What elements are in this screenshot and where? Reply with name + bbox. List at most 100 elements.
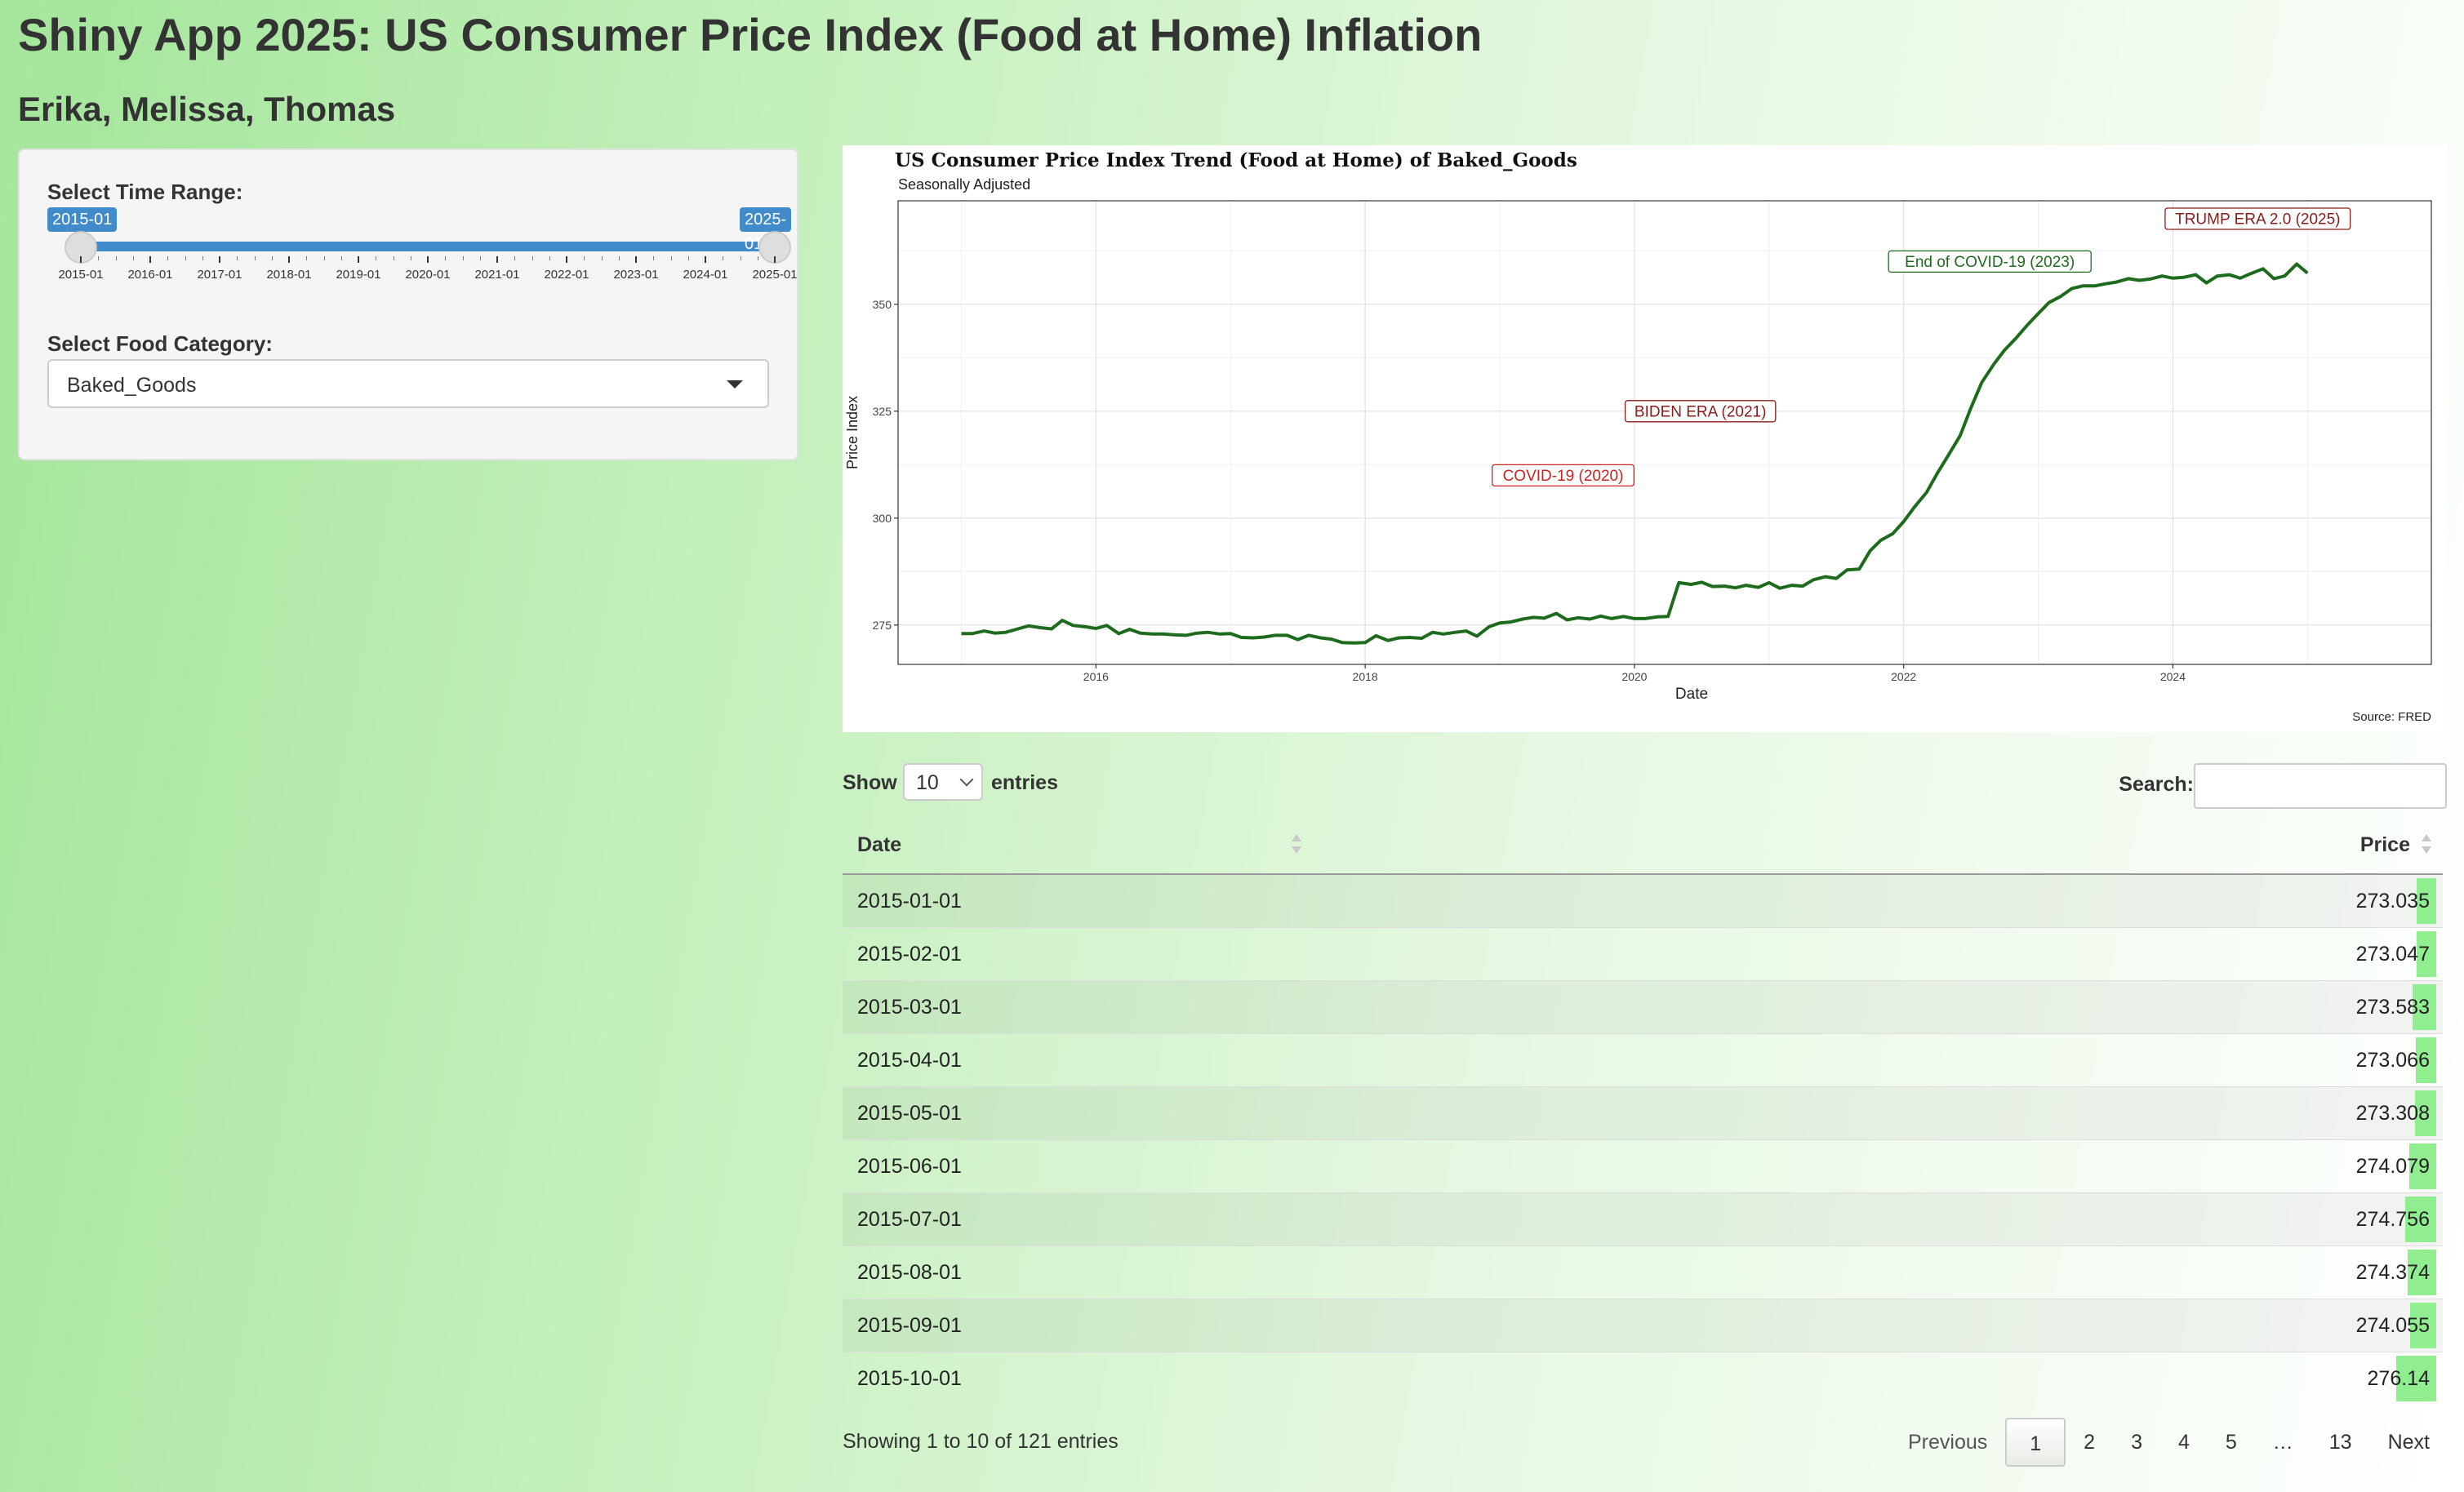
price-value: 273.308 — [2355, 1101, 2430, 1125]
cpi-chart-svg: US Consumer Price Index Trend (Food at H… — [844, 149, 2432, 724]
slider-major-tick — [219, 256, 220, 263]
slider-major-tick — [80, 256, 82, 263]
cell-date: 2015-07-01 — [843, 1192, 1661, 1246]
slider-minor-tick — [115, 256, 117, 260]
slider-major-tick — [427, 256, 429, 263]
cell-date: 2015-06-01 — [843, 1139, 1661, 1193]
time-range-label: Select Time Range: — [47, 180, 243, 204]
cell-date: 2015-01-01 — [843, 873, 1661, 928]
slider-tick-label: 2017-01 — [197, 268, 242, 282]
table-controls: Show 10 entries Search: — [843, 763, 2447, 812]
chart-annotation: TRUMP ERA 2.0 (2025) — [2164, 207, 2351, 230]
x-tick-label: 2024 — [2160, 670, 2186, 683]
chevron-down-icon — [727, 380, 743, 389]
price-value: 274.079 — [2355, 1154, 2430, 1178]
search-label: Search: — [2119, 773, 2194, 796]
price-value: 273.047 — [2355, 942, 2430, 966]
previous-page-button[interactable]: Previous — [1890, 1418, 2005, 1467]
table-row: 2015-01-01 273.035 — [843, 873, 2443, 928]
slider-minor-tick — [271, 256, 273, 260]
slider-minor-tick — [167, 256, 169, 260]
food-category-value: Baked_Goods — [67, 374, 197, 397]
slider-minor-tick — [340, 256, 342, 260]
price-value: 274.055 — [2355, 1313, 2430, 1337]
slider-minor-tick — [306, 256, 308, 260]
sort-icon[interactable] — [2422, 833, 2431, 857]
cell-price: 273.035 — [1661, 873, 2443, 928]
price-value: 273.066 — [2355, 1048, 2430, 1072]
food-category-select[interactable]: Baked_Goods — [47, 359, 769, 408]
slider-minor-tick — [618, 256, 620, 260]
chart-panel-border — [897, 200, 2432, 665]
table-row: 2015-03-01 273.583 — [843, 980, 2443, 1034]
search-input[interactable] — [2194, 763, 2447, 809]
slider-major-tick — [635, 256, 637, 263]
y-tick-label: 325 — [873, 405, 892, 418]
food-category-label: Select Food Category: — [47, 331, 273, 356]
page-button-2[interactable]: 2 — [2066, 1418, 2113, 1467]
page-button-5[interactable]: 5 — [2208, 1418, 2255, 1467]
time-range-slider[interactable]: 2015-01 2025-01 2015-01 2016-01 2017-01 201… — [36, 207, 798, 289]
slider-major-tick — [566, 256, 567, 263]
slider-major-tick — [288, 256, 290, 263]
chart-annotation: BIDEN ERA (2021) — [1624, 400, 1777, 423]
slider-minor-tick — [237, 256, 238, 260]
column-header-price[interactable]: Price — [1661, 816, 2443, 875]
slider-minor-tick — [670, 256, 672, 260]
next-page-button[interactable]: Next — [2370, 1418, 2448, 1467]
cpi-chart: US Consumer Price Index Trend (Food at H… — [843, 145, 2447, 732]
slider-minor-tick — [202, 256, 203, 260]
entries-length-select[interactable]: 10 — [903, 763, 983, 801]
cell-date: 2015-05-01 — [843, 1086, 1661, 1140]
page-button-1[interactable]: 1 — [2005, 1418, 2066, 1467]
table-row: 2015-10-01 276.14 — [843, 1352, 2443, 1405]
table-row: 2015-04-01 273.066 — [843, 1033, 2443, 1087]
annotation-label: TRUMP ERA 2.0 (2025) — [2175, 211, 2340, 229]
column-header-date[interactable]: Date — [843, 816, 1661, 875]
slider-major-tick — [358, 256, 359, 263]
cell-price: 273.066 — [1661, 1033, 2443, 1087]
chart-grid — [898, 201, 2431, 664]
column-label-date: Date — [857, 833, 902, 856]
slider-end-value: 2025-01 — [740, 207, 792, 253]
x-tick-label: 2022 — [1891, 670, 1916, 683]
slider-minor-tick — [549, 256, 550, 260]
y-axis-label: Price Index — [844, 396, 861, 469]
slider-tick-label: 2022-01 — [544, 268, 589, 282]
cell-date: 2015-08-01 — [843, 1246, 1661, 1299]
data-table: Date Price 2015-01-01 273.035 2015-02-01 27… — [843, 816, 2443, 1405]
show-label: Show — [843, 771, 897, 794]
annotation-label: BIDEN ERA (2021) — [1635, 403, 1767, 420]
price-value: 273.035 — [2355, 889, 2430, 913]
chart-annotation: COVID-19 (2020) — [1492, 464, 1635, 487]
price-value: 274.374 — [2355, 1260, 2430, 1284]
app-title: Shiny App 2025: US Consumer Price Index … — [18, 9, 1483, 60]
slider-major-tick — [496, 256, 498, 263]
cell-price: 274.079 — [1661, 1139, 2443, 1193]
cell-date: 2015-02-01 — [843, 927, 1661, 981]
chart-title: US Consumer Price Index Trend (Food at H… — [895, 149, 1577, 171]
chart-annotation: End of COVID-19 (2023) — [1888, 250, 2092, 273]
cell-date: 2015-10-01 — [843, 1352, 1661, 1405]
table-row: 2015-02-01 273.047 — [843, 927, 2443, 981]
app-authors: Erika, Melissa, Thomas — [18, 90, 396, 128]
page-button-4[interactable]: 4 — [2160, 1418, 2208, 1467]
entries-label: entries — [991, 771, 1058, 794]
cell-price: 274.055 — [1661, 1299, 2443, 1352]
x-tick-label: 2018 — [1353, 670, 1378, 683]
chevron-down-icon — [959, 772, 974, 787]
slider-tick-label: 2016-01 — [127, 268, 173, 282]
page-ellipsis: … — [2272, 1431, 2293, 1454]
slider-minor-tick — [254, 256, 256, 260]
slider-selected-range[interactable] — [81, 242, 775, 251]
table-row: 2015-08-01 274.374 — [843, 1246, 2443, 1299]
page-button-13[interactable]: 13 — [2311, 1418, 2370, 1467]
sort-icon[interactable] — [1292, 833, 1301, 857]
slider-tick-label: 2018-01 — [266, 268, 312, 282]
slider-minor-tick — [323, 256, 325, 260]
slider-minor-tick — [185, 256, 186, 260]
slider-tick-label: 2020-01 — [405, 268, 451, 282]
slider-major-tick — [774, 256, 776, 263]
table-header-row: Date Price — [843, 816, 2443, 875]
page-button-3[interactable]: 3 — [2113, 1418, 2160, 1467]
